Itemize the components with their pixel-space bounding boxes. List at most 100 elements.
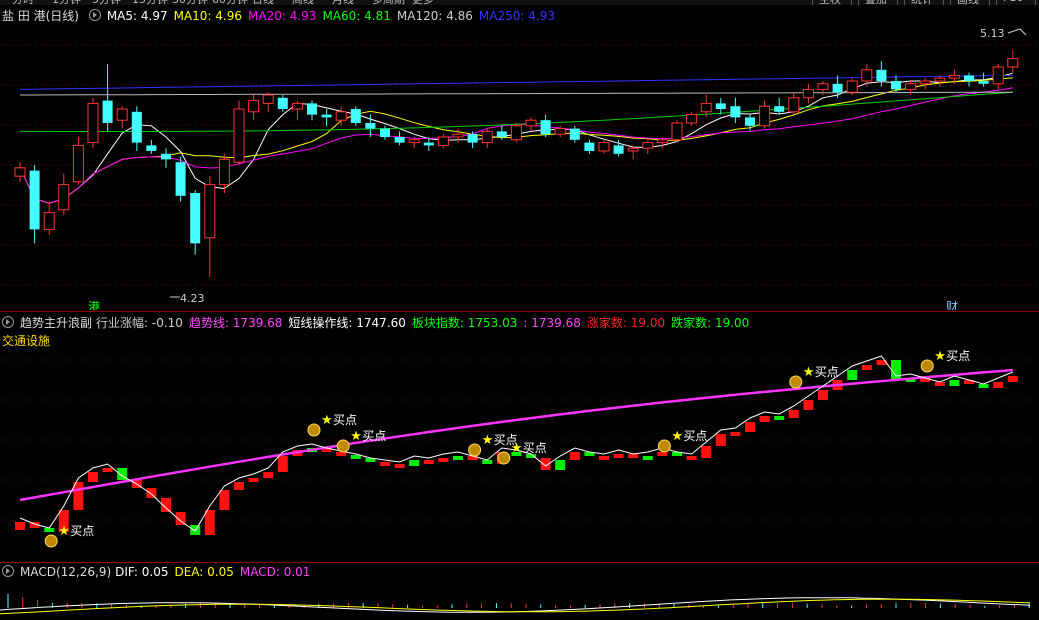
block-index-bar <box>701 446 712 458</box>
block-index-bar <box>818 390 828 400</box>
candle-body <box>510 125 522 141</box>
block-index-bar <box>102 468 113 472</box>
block-index-bar <box>380 462 390 466</box>
candlestick-chart[interactable]: 5.13 4.23 港 财 <box>0 5 1039 310</box>
candle-body <box>204 184 216 239</box>
candle-body <box>598 142 610 152</box>
buy-star-icon: ★ <box>803 365 815 380</box>
candle-body <box>14 167 26 177</box>
indicator-value-1: 趋势线: 1739.68 <box>188 316 283 330</box>
buy-star-icon: ★ <box>934 349 946 364</box>
block-index-bar <box>1007 376 1018 382</box>
dif-line <box>0 597 1031 613</box>
trend-indicator-chart[interactable]: ★ 买点★ 买点★ 买点 ★ 买点★ 买点★ 买点★ 买点★ 买点 <box>0 340 1039 560</box>
candle-body <box>745 117 755 126</box>
indicator-title[interactable]: 趋势主升浪副 <box>20 316 92 330</box>
candle-body <box>919 80 931 85</box>
marker-gang: 港 <box>88 300 100 310</box>
candle-body <box>161 153 171 160</box>
block-index-bar <box>336 452 347 456</box>
candle-body <box>218 158 230 186</box>
candle-body <box>613 145 624 154</box>
candle-body <box>891 81 901 90</box>
buy-point-label: 买点 <box>815 365 839 379</box>
candle-body <box>321 114 332 118</box>
block-index-bar <box>891 360 901 380</box>
ma20-line <box>19 87 1013 204</box>
block-index-bar <box>847 370 858 380</box>
macd-settings-icon[interactable] <box>2 565 14 577</box>
candle-body <box>452 133 464 138</box>
money-bag-icon <box>497 451 511 465</box>
block-index-bar <box>686 456 697 460</box>
candle-body <box>262 94 274 104</box>
candle-body <box>964 75 974 81</box>
money-bag-icon <box>657 439 671 453</box>
macd-title[interactable]: MACD(12,26,9) <box>20 565 111 579</box>
block-index-bar <box>745 422 755 432</box>
panel-divider <box>0 311 1039 312</box>
candle-body <box>788 97 800 113</box>
money-bag-icon <box>468 443 482 457</box>
candle-body <box>350 109 361 123</box>
indicator-value-3: 板块指数: 1753.03 <box>411 316 518 330</box>
block-index-bar <box>88 472 98 482</box>
block-index-bar <box>190 525 201 535</box>
block-index-bar <box>934 382 945 386</box>
buy-point-label: 买点 <box>333 413 357 427</box>
block-index-bar <box>204 510 215 535</box>
block-index-bar <box>453 456 463 460</box>
candle-body <box>817 83 829 90</box>
indicator-settings-icon[interactable] <box>2 316 14 328</box>
candle-body <box>832 83 843 93</box>
block-index-bar <box>788 410 799 418</box>
candle-body <box>715 103 726 109</box>
block-index-bar <box>146 488 157 498</box>
block-index-bar <box>861 365 872 370</box>
block-index-bar <box>350 455 361 459</box>
candle-body <box>905 83 917 90</box>
candle-body <box>774 106 785 112</box>
candle-body <box>481 130 493 144</box>
dea-line <box>0 598 1031 615</box>
candle-body <box>1007 58 1019 68</box>
candle-body <box>948 74 960 79</box>
candle-body <box>233 108 245 163</box>
block-index-bar <box>277 456 288 472</box>
candle-body <box>248 100 260 113</box>
block-index-bar <box>642 456 653 460</box>
macd-chart[interactable] <box>0 580 1039 620</box>
candle-body <box>992 66 1004 85</box>
block-index-bar <box>423 460 434 464</box>
macd-legend: MACD(12,26,9) DIF: 0.05 DEA: 0.05 MACD: 0.0… <box>2 564 322 580</box>
money-bag-icon <box>789 375 803 389</box>
candle-body <box>72 144 84 183</box>
candle-body <box>87 102 99 144</box>
marker-cai: 财 <box>946 300 958 310</box>
block-index-bar <box>15 522 25 530</box>
macd-value-2: MACD: 0.01 <box>239 565 311 579</box>
candle-body <box>525 119 537 127</box>
candle-body <box>291 102 303 110</box>
candle-body <box>569 128 580 140</box>
buy-star-icon: ★ <box>58 524 70 539</box>
candle-body <box>802 88 814 99</box>
block-index-bar <box>219 490 230 510</box>
candle-body <box>116 108 128 121</box>
candle-body <box>686 114 698 124</box>
candle-body <box>730 106 741 118</box>
indicator-legend: 趋势主升浪副 行业涨幅: -0.10 趋势线: 1739.68 短线操作线: 1747… <box>2 315 761 331</box>
buy-point-label: 买点 <box>683 429 707 443</box>
money-bag-icon <box>336 439 350 453</box>
block-index-bar <box>715 434 726 446</box>
buy-star-icon: ★ <box>511 441 523 456</box>
buy-point-label: 买点 <box>523 441 547 455</box>
candle-body <box>190 193 201 244</box>
candle-body <box>277 97 288 109</box>
candle-body <box>846 80 858 93</box>
block-index-bar <box>44 528 55 532</box>
buy-star-icon: ★ <box>482 433 494 448</box>
block-index-bar <box>555 460 566 470</box>
low-price-label: 4.23 <box>180 292 205 305</box>
candle-body <box>759 105 771 127</box>
